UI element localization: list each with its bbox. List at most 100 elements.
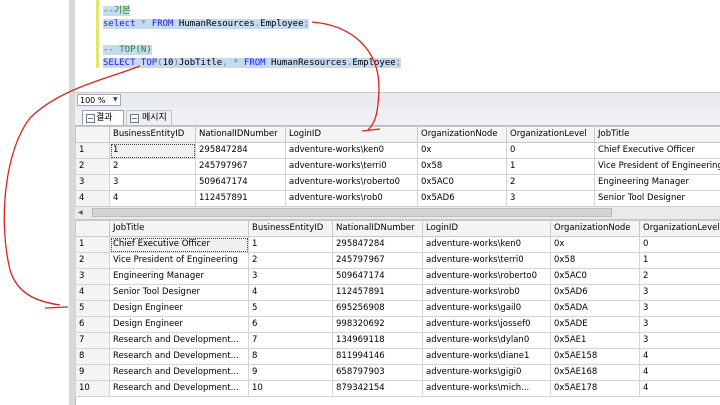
table-cell[interactable]: 3 xyxy=(639,332,720,349)
row-number[interactable]: 1 xyxy=(75,236,110,253)
column-header[interactable]: OrganizationLevel xyxy=(639,220,720,237)
row-number[interactable]: 8 xyxy=(75,348,110,365)
table-row[interactable]: 4 4 112457891 adventure-works\rob0 0x5AD6 3 Se… xyxy=(75,190,720,207)
table-row[interactable]: 6 Design Engineer 6 998320692 adventure-work… xyxy=(75,316,720,333)
table-cell[interactable]: Research and Development... xyxy=(109,332,249,349)
table-row[interactable]: 8 Research and Development... 8 811994146 ad… xyxy=(75,348,720,365)
table-cell[interactable]: 695256908 xyxy=(332,300,423,317)
table-cell[interactable]: 2 xyxy=(506,174,595,191)
table-cell[interactable]: adventure-works\rob0 xyxy=(422,284,551,301)
table-cell[interactable]: 509647174 xyxy=(195,174,286,191)
table-cell[interactable]: Vice President of Engineering xyxy=(594,158,720,175)
table-cell[interactable]: 0x5AE1 xyxy=(550,332,640,349)
row-number[interactable]: 6 xyxy=(75,316,110,333)
table-cell[interactable]: Vice President of Engineering xyxy=(109,252,249,269)
column-header[interactable] xyxy=(75,126,110,143)
table-cell[interactable]: 0x5AE158 xyxy=(550,348,640,365)
column-header[interactable]: NationalIDNumber xyxy=(195,126,286,143)
row-number[interactable]: 2 xyxy=(75,158,110,175)
table-cell[interactable]: adventure-works\gigi0 xyxy=(422,364,551,381)
table-cell[interactable]: Research and Development... xyxy=(109,364,249,381)
table-cell[interactable]: 112457891 xyxy=(332,284,423,301)
column-header[interactable]: OrganizationNode xyxy=(550,220,640,237)
result-table[interactable]: BusinessEntityID NationalIDNumber LoginID O… xyxy=(75,126,720,207)
table-cell[interactable]: 0x5ADE xyxy=(550,316,640,333)
table-cell[interactable]: Chief Executive Officer xyxy=(109,236,249,253)
table-cell[interactable]: 3 xyxy=(109,174,196,191)
table-cell[interactable]: Design Engineer xyxy=(109,316,249,333)
table-cell[interactable]: 879342154 xyxy=(332,380,423,397)
table-cell[interactable]: adventure-works\dylan0 xyxy=(422,332,551,349)
table-cell[interactable]: 295847284 xyxy=(195,142,286,159)
row-number[interactable]: 4 xyxy=(75,190,110,207)
table-cell[interactable]: 295847284 xyxy=(332,236,423,253)
table-cell[interactable]: Research and Development... xyxy=(109,348,249,365)
table-cell[interactable]: 0x5AE178 xyxy=(550,380,640,397)
table-cell[interactable]: 2 xyxy=(639,268,720,285)
table-row[interactable]: 7 Research and Development... 7 134969118 ad… xyxy=(75,332,720,349)
column-header[interactable]: JobTitle xyxy=(109,220,249,237)
table-cell[interactable]: 0x xyxy=(550,236,640,253)
table-cell[interactable]: 134969118 xyxy=(332,332,423,349)
table-row[interactable]: 2 2 245797967 adventure-works\terri0 0x58 1 Vi… xyxy=(75,158,720,175)
table-cell[interactable]: 245797967 xyxy=(195,158,286,175)
table-cell[interactable]: 0x5ADA xyxy=(550,300,640,317)
table-cell[interactable]: 1 xyxy=(639,252,720,269)
tab-messages[interactable]: 메시지 xyxy=(126,110,172,125)
row-number[interactable]: 9 xyxy=(75,364,110,381)
table-cell[interactable]: 3 xyxy=(639,300,720,317)
table-cell[interactable]: Research and Development... xyxy=(109,380,249,397)
table-cell[interactable]: 0x58 xyxy=(417,158,507,175)
row-number[interactable]: 10 xyxy=(75,380,110,397)
table-cell[interactable]: 3 xyxy=(639,284,720,301)
column-header[interactable]: OrganizationLevel xyxy=(506,126,595,143)
row-number[interactable]: 4 xyxy=(75,284,110,301)
table-cell[interactable]: Chief Executive Officer xyxy=(594,142,720,159)
results-grid-1[interactable]: BusinessEntityID NationalIDNumber LoginID O… xyxy=(75,126,720,207)
table-cell[interactable]: adventure-works\diane1 xyxy=(422,348,551,365)
column-header[interactable]: NationalIDNumber xyxy=(332,220,423,237)
table-cell[interactable]: adventure-works\roberto0 xyxy=(422,268,551,285)
row-number[interactable]: 2 xyxy=(75,252,110,269)
table-cell[interactable]: 10 xyxy=(248,380,333,397)
chevron-down-icon[interactable]: ▼ xyxy=(113,95,121,105)
table-cell[interactable]: 998320692 xyxy=(332,316,423,333)
table-cell[interactable]: 4 xyxy=(109,190,196,207)
table-cell[interactable]: adventure-works\mich... xyxy=(422,380,551,397)
table-cell[interactable]: 2 xyxy=(109,158,196,175)
table-row[interactable]: 9 Research and Development... 9 658797903 ad… xyxy=(75,364,720,381)
row-number[interactable]: 3 xyxy=(75,268,110,285)
table-cell[interactable]: 4 xyxy=(639,364,720,381)
table-cell[interactable]: 4 xyxy=(639,380,720,397)
table-cell[interactable]: Senior Tool Designer xyxy=(594,190,720,207)
table-cell[interactable]: Engineering Manager xyxy=(109,268,249,285)
result-table[interactable]: JobTitle BusinessEntityID NationalIDNumber… xyxy=(75,220,720,397)
table-cell[interactable]: 5 xyxy=(248,300,333,317)
table-cell[interactable]: 0x5AD6 xyxy=(417,190,507,207)
table-cell[interactable]: adventure-works\roberto0 xyxy=(285,174,418,191)
table-row[interactable]: 3 Engineering Manager 3 509647174 adventure-… xyxy=(75,268,720,285)
table-cell[interactable]: 0 xyxy=(639,236,720,253)
table-cell[interactable]: 658797903 xyxy=(332,364,423,381)
table-row[interactable]: 5 Design Engineer 5 695256908 adventure-work… xyxy=(75,300,720,317)
table-cell[interactable]: 0x5AE168 xyxy=(550,364,640,381)
table-cell[interactable]: 0 xyxy=(506,142,595,159)
table-cell[interactable]: 245797967 xyxy=(332,252,423,269)
table-cell[interactable]: 6 xyxy=(248,316,333,333)
table-cell[interactable]: adventure-works\gail0 xyxy=(422,300,551,317)
table-cell[interactable]: adventure-works\terri0 xyxy=(285,158,418,175)
table-cell[interactable]: 7 xyxy=(248,332,333,349)
table-cell[interactable]: Engineering Manager xyxy=(594,174,720,191)
table-cell[interactable]: adventure-works\terri0 xyxy=(422,252,551,269)
table-row[interactable]: 1 1 295847284 adventure-works\ken0 0x 0 Chief … xyxy=(75,142,720,159)
table-row[interactable]: 2 Vice President of Engineering 2 245797967… xyxy=(75,252,720,269)
table-cell[interactable]: adventure-works\ken0 xyxy=(285,142,418,159)
table-cell[interactable]: Design Engineer xyxy=(109,300,249,317)
column-header[interactable]: LoginID xyxy=(285,126,418,143)
table-cell[interactable]: 3 xyxy=(639,316,720,333)
scroll-left-icon[interactable]: ◀ xyxy=(78,208,86,217)
results-grid-2[interactable]: JobTitle BusinessEntityID NationalIDNumber… xyxy=(75,220,720,405)
column-header[interactable]: BusinessEntityID xyxy=(248,220,333,237)
table-cell[interactable]: Senior Tool Designer xyxy=(109,284,249,301)
table-cell[interactable]: adventure-works\rob0 xyxy=(285,190,418,207)
